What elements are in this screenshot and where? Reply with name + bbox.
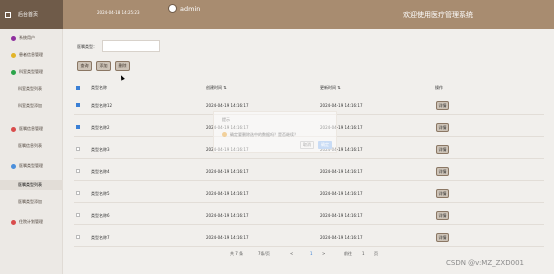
sidebar-item-order-list[interactable]: 医嘱信息列表 <box>0 141 63 151</box>
sidebar-item-label: 医嘱类型列表 <box>18 182 42 187</box>
sidebar-item-label: 医嘱类型管理 <box>19 163 43 168</box>
sidebar-item-departments[interactable]: 科室类型管理 <box>0 67 63 77</box>
delete-button[interactable]: 删除 <box>115 61 130 71</box>
sidebar-item-label: 科室类型添加 <box>18 103 42 108</box>
users-icon <box>11 35 16 41</box>
column-header-created[interactable]: 创建时间 ⇅ <box>206 85 227 91</box>
sidebar-item-department-add[interactable]: 科室类型添加 <box>0 101 63 111</box>
search-input[interactable] <box>102 40 160 52</box>
pager-total: 共 7 条 <box>230 251 244 256</box>
row-checkbox[interactable] <box>76 103 80 107</box>
detail-button[interactable]: 详情 <box>436 101 449 110</box>
sidebar-item-label: 系统用户 <box>19 35 35 40</box>
row-checkbox[interactable] <box>76 147 80 151</box>
query-button[interactable]: 查询 <box>77 61 92 71</box>
cell-created: 2024-04-19 14:16:17 <box>206 235 249 240</box>
patient-icon <box>11 52 16 58</box>
detail-button[interactable]: 详情 <box>436 189 449 198</box>
pager-goto-label: 前往 <box>344 251 352 256</box>
sidebar-item-system-users[interactable]: 系统用户 <box>0 33 63 43</box>
row-checkbox[interactable] <box>76 169 80 173</box>
home-icon <box>5 11 11 18</box>
table-row: 类型名称7 2024-04-19 14:16:17 2024-04-19 14:… <box>74 227 544 247</box>
table-row: 类型名称5 2024-04-19 14:16:17 2024-04-19 14:… <box>74 183 544 203</box>
cell-updated: 2024-04-19 14:16:17 <box>320 191 363 196</box>
sidebar-item-patients[interactable]: 患者信息管理 <box>0 50 63 60</box>
column-header-updated[interactable]: 更新时间 ⇅ <box>320 85 341 91</box>
sidebar-home-link[interactable]: 后台首页 <box>0 0 63 29</box>
dialog-ok-button[interactable]: 确定 <box>318 141 332 149</box>
sidebar-item-order-type-list[interactable]: 医嘱类型列表 <box>0 180 63 190</box>
sidebar-title-label: 后台首页 <box>18 12 39 18</box>
row-checkbox[interactable] <box>76 235 80 239</box>
column-header-action: 操作 <box>435 85 443 90</box>
cell-name: 类型名称5 <box>91 191 110 196</box>
pager-goto-input[interactable]: 1 <box>362 251 365 256</box>
sidebar-item-department-list[interactable]: 科室类型列表 <box>0 84 63 94</box>
search-label: 医嘱类型： <box>77 44 97 49</box>
row-checkbox[interactable] <box>76 213 80 217</box>
orders-icon <box>11 126 16 132</box>
row-checkbox[interactable] <box>76 125 80 129</box>
cell-updated: 2024-04-19 14:16:17 <box>320 103 363 108</box>
cell-updated: 2024-04-19 14:16:17 <box>320 235 363 240</box>
sidebar-item-orders[interactable]: 医嘱信息管理 <box>0 124 63 134</box>
dialog-message: 确定要删除选中的数据吗？是否继续？ <box>230 132 298 137</box>
column-header-name[interactable]: 类型名称 <box>91 85 107 91</box>
sidebar-item-label: 医嘱信息列表 <box>18 143 42 148</box>
mouse-cursor-icon <box>119 74 125 81</box>
warning-icon <box>222 132 227 137</box>
sidebar-item-order-type-add[interactable]: 医嘱类型添加 <box>0 197 63 207</box>
plan-icon <box>11 219 16 225</box>
watermark: CSDN @v:MZ_ZXD001 <box>446 259 524 267</box>
detail-button[interactable]: 详情 <box>436 145 449 154</box>
dialog-title: 提示 <box>222 117 230 122</box>
user-name[interactable]: admin <box>180 5 200 13</box>
add-button[interactable]: 添加 <box>96 61 111 71</box>
sidebar-item-order-types[interactable]: 医嘱类型管理 <box>0 161 63 171</box>
table-row: 类型名称6 2024-04-19 14:16:17 2024-04-19 14:… <box>74 205 544 225</box>
cell-created: 2024-04-19 14:16:17 <box>206 213 249 218</box>
cell-name: 类型名称2 <box>91 125 110 130</box>
sidebar-item-label: 医嘱类型添加 <box>18 199 42 204</box>
table-header: 类型名称 创建时间 ⇅ 更新时间 ⇅ 操作 <box>74 84 544 92</box>
sidebar-item-hospital-plans[interactable]: 住院计划管理 <box>0 217 63 227</box>
cell-name: 类型名称6 <box>91 213 110 218</box>
pager-unit-label: 页 <box>374 251 378 256</box>
dialog-cancel-button[interactable]: 取消 <box>300 141 314 149</box>
sidebar-item-label: 医嘱信息管理 <box>19 126 43 131</box>
cell-name: 类型名称3 <box>91 147 110 152</box>
order-type-icon <box>11 163 16 169</box>
cell-created: 2024-04-19 14:16:17 <box>206 169 249 174</box>
sidebar-item-label: 患者信息管理 <box>19 52 43 57</box>
row-checkbox[interactable] <box>76 191 80 195</box>
detail-button[interactable]: 详情 <box>436 211 449 220</box>
detail-button[interactable]: 详情 <box>436 123 449 132</box>
cell-name: 类型名称7 <box>91 235 110 240</box>
cell-updated: 2024-04-19 14:16:17 <box>320 169 363 174</box>
detail-button[interactable]: 详情 <box>436 167 449 176</box>
cell-created: 2024-04-19 14:16:17 <box>206 103 249 108</box>
detail-button[interactable]: 详情 <box>436 233 449 242</box>
cell-updated: 2024-04-19 14:16:17 <box>320 213 363 218</box>
confirm-dialog: 提示 确定要删除选中的数据吗？是否继续？ 取消 确定 <box>213 111 337 153</box>
sidebar-item-label: 科室类型列表 <box>18 86 42 91</box>
select-all-checkbox[interactable] <box>76 86 80 90</box>
cell-name: 类型名称4 <box>91 169 110 174</box>
current-datetime: 2024-04-18 14:25:23 <box>97 10 140 15</box>
welcome-text: 欢迎使用医疗管理系统 <box>403 11 473 19</box>
avatar[interactable] <box>168 4 177 13</box>
pager-next-button[interactable]: > <box>322 251 325 256</box>
table-row: 类型名称4 2024-04-19 14:16:17 2024-04-19 14:… <box>74 161 544 181</box>
cell-created: 2024-04-19 14:16:17 <box>206 191 249 196</box>
sidebar-item-label: 科室类型管理 <box>19 69 43 74</box>
cell-name: 类型名称12 <box>91 103 113 108</box>
sidebar: 系统用户 患者信息管理 科室类型管理 科室类型列表 科室类型添加 医嘱信息管理 … <box>0 29 63 274</box>
department-icon <box>11 69 16 75</box>
pager-page-1[interactable]: 1 <box>310 251 313 256</box>
pager-page-size[interactable]: 7条/页 <box>258 251 270 257</box>
pager-prev-button[interactable]: < <box>290 251 293 256</box>
sidebar-item-label: 住院计划管理 <box>19 219 43 224</box>
